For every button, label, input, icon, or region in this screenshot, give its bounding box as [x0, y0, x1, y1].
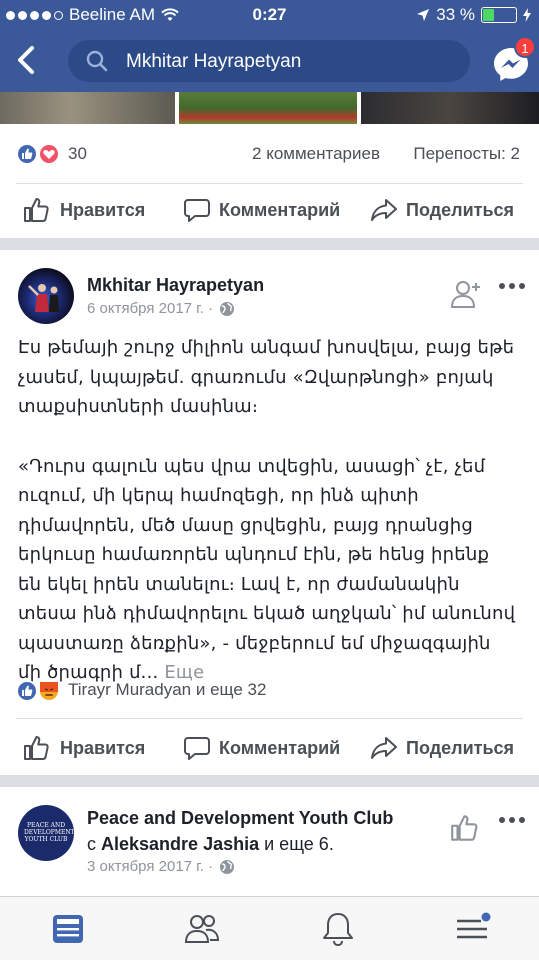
like-button[interactable]: Нравится [22, 728, 145, 768]
feed-separator [0, 775, 539, 787]
page-like-icon[interactable] [449, 812, 481, 844]
like-label: Нравится [60, 199, 146, 220]
globe-icon [220, 859, 235, 874]
comment-label: Комментарий [219, 199, 341, 220]
share-label: Поделиться [406, 199, 515, 220]
feed-separator [0, 238, 539, 250]
share-label: Поделиться [406, 737, 515, 758]
avatar[interactable] [18, 268, 74, 324]
like-reaction-icon [16, 680, 38, 702]
comment-bubble-icon [184, 199, 210, 222]
tagged-with: с Aleksandre Jashia и еще 6. [87, 834, 334, 855]
divider [16, 718, 523, 719]
globe-icon [220, 301, 235, 316]
post-options-icon[interactable] [499, 283, 525, 289]
tagged-with-prefix: с [87, 834, 96, 854]
post-paragraph: Էս թեմայի շուրջ միլիոն անգամ խոսվելա, բա… [18, 337, 515, 417]
page-avatar-logo[interactable]: PEACE AND DEVELOPMENT YOUTH CLUB [18, 805, 74, 861]
post-reactions-summary[interactable]: Tirayr Muradyan и еще 32 [0, 678, 539, 708]
photo-thumbnail[interactable] [179, 92, 357, 124]
back-chevron-icon[interactable] [12, 42, 42, 78]
charging-icon [523, 8, 531, 22]
photo-thumbnail[interactable] [0, 92, 175, 124]
post-paragraph-quote: «Դուրս գալուն պես վրա տվեցին, ասացի՝ չէ,… [18, 452, 518, 688]
share-arrow-icon [371, 737, 397, 759]
top-bar: Beeline AM 0:27 33 % Mkhitar Hayrapetyan… [0, 0, 539, 92]
likers-text: Tirayr Muradyan и еще 32 [68, 680, 267, 699]
post-body: Էս թեմայի շուրջ միլիոն անգամ խոսվելա, բա… [18, 333, 518, 688]
angry-reaction-icon [38, 680, 60, 702]
location-arrow-icon [417, 9, 430, 21]
post-date[interactable]: 3 октября 2017 г. · [87, 858, 235, 875]
like-label: Нравится [60, 737, 146, 758]
post-date-text: 6 октября 2017 г. · [87, 300, 214, 317]
share-arrow-icon [371, 199, 397, 221]
previous-post-photos[interactable] [0, 92, 539, 124]
search-query: Mkhitar Hayrapetyan [126, 51, 302, 72]
status-bar: Beeline AM 0:27 33 % [0, 0, 539, 30]
love-reaction-icon [38, 143, 60, 165]
post-options-icon[interactable] [499, 817, 525, 823]
post-reactions-summary[interactable]: 30 2 комментариев Перепосты: 2 [0, 140, 539, 170]
tagged-user-link[interactable]: Aleksandre Jashia [101, 834, 259, 854]
search-icon [86, 50, 108, 72]
photo-thumbnail[interactable] [361, 92, 539, 124]
comment-button[interactable]: Комментарий [183, 190, 340, 230]
comments-count[interactable]: 2 комментариев [252, 144, 380, 164]
post-actions: Нравится Комментарий Поделиться [0, 728, 539, 768]
divider [16, 183, 523, 184]
share-button[interactable]: Поделиться [370, 190, 514, 230]
search-field[interactable]: Mkhitar Hayrapetyan [68, 40, 470, 82]
friends-icon[interactable] [182, 909, 222, 949]
messenger-badge: 1 [514, 36, 536, 58]
post-date-text: 3 октября 2017 г. · [87, 858, 214, 875]
bell-icon[interactable] [318, 909, 358, 949]
menu-icon[interactable] [452, 909, 492, 949]
comment-label: Комментарий [219, 737, 341, 758]
tagged-others-link[interactable]: и еще 6. [264, 834, 334, 854]
battery-icon [481, 7, 517, 23]
like-reaction-icon [16, 143, 38, 165]
news-feed-icon[interactable] [48, 909, 88, 949]
battery-percent: 33 % [436, 5, 475, 24]
page-logo-text: PEACE AND DEVELOPMENT YOUTH CLUB [24, 822, 74, 843]
share-button[interactable]: Поделиться [370, 728, 514, 768]
post-date[interactable]: 6 октября 2017 г. · [87, 300, 235, 317]
shares-count[interactable]: Перепосты: 2 [413, 144, 520, 164]
thumbs-up-icon [24, 736, 49, 760]
post-author[interactable]: Mkhitar Hayrapetyan [87, 275, 264, 296]
bottom-tab-bar [0, 896, 539, 960]
comment-button[interactable]: Комментарий [183, 728, 340, 768]
thumbs-up-icon [24, 198, 49, 222]
post-actions: Нравится Комментарий Поделиться [0, 190, 539, 230]
post-paragraph-text: «Դուրս գալուն պես վրա տվեցին, ասացի՝ չէ,… [18, 455, 516, 684]
page-name[interactable]: Peace and Development Youth Club [87, 808, 393, 829]
comment-bubble-icon [184, 737, 210, 760]
add-friend-icon[interactable] [450, 278, 482, 310]
like-button[interactable]: Нравится [22, 190, 145, 230]
reaction-count: 30 [68, 144, 87, 163]
